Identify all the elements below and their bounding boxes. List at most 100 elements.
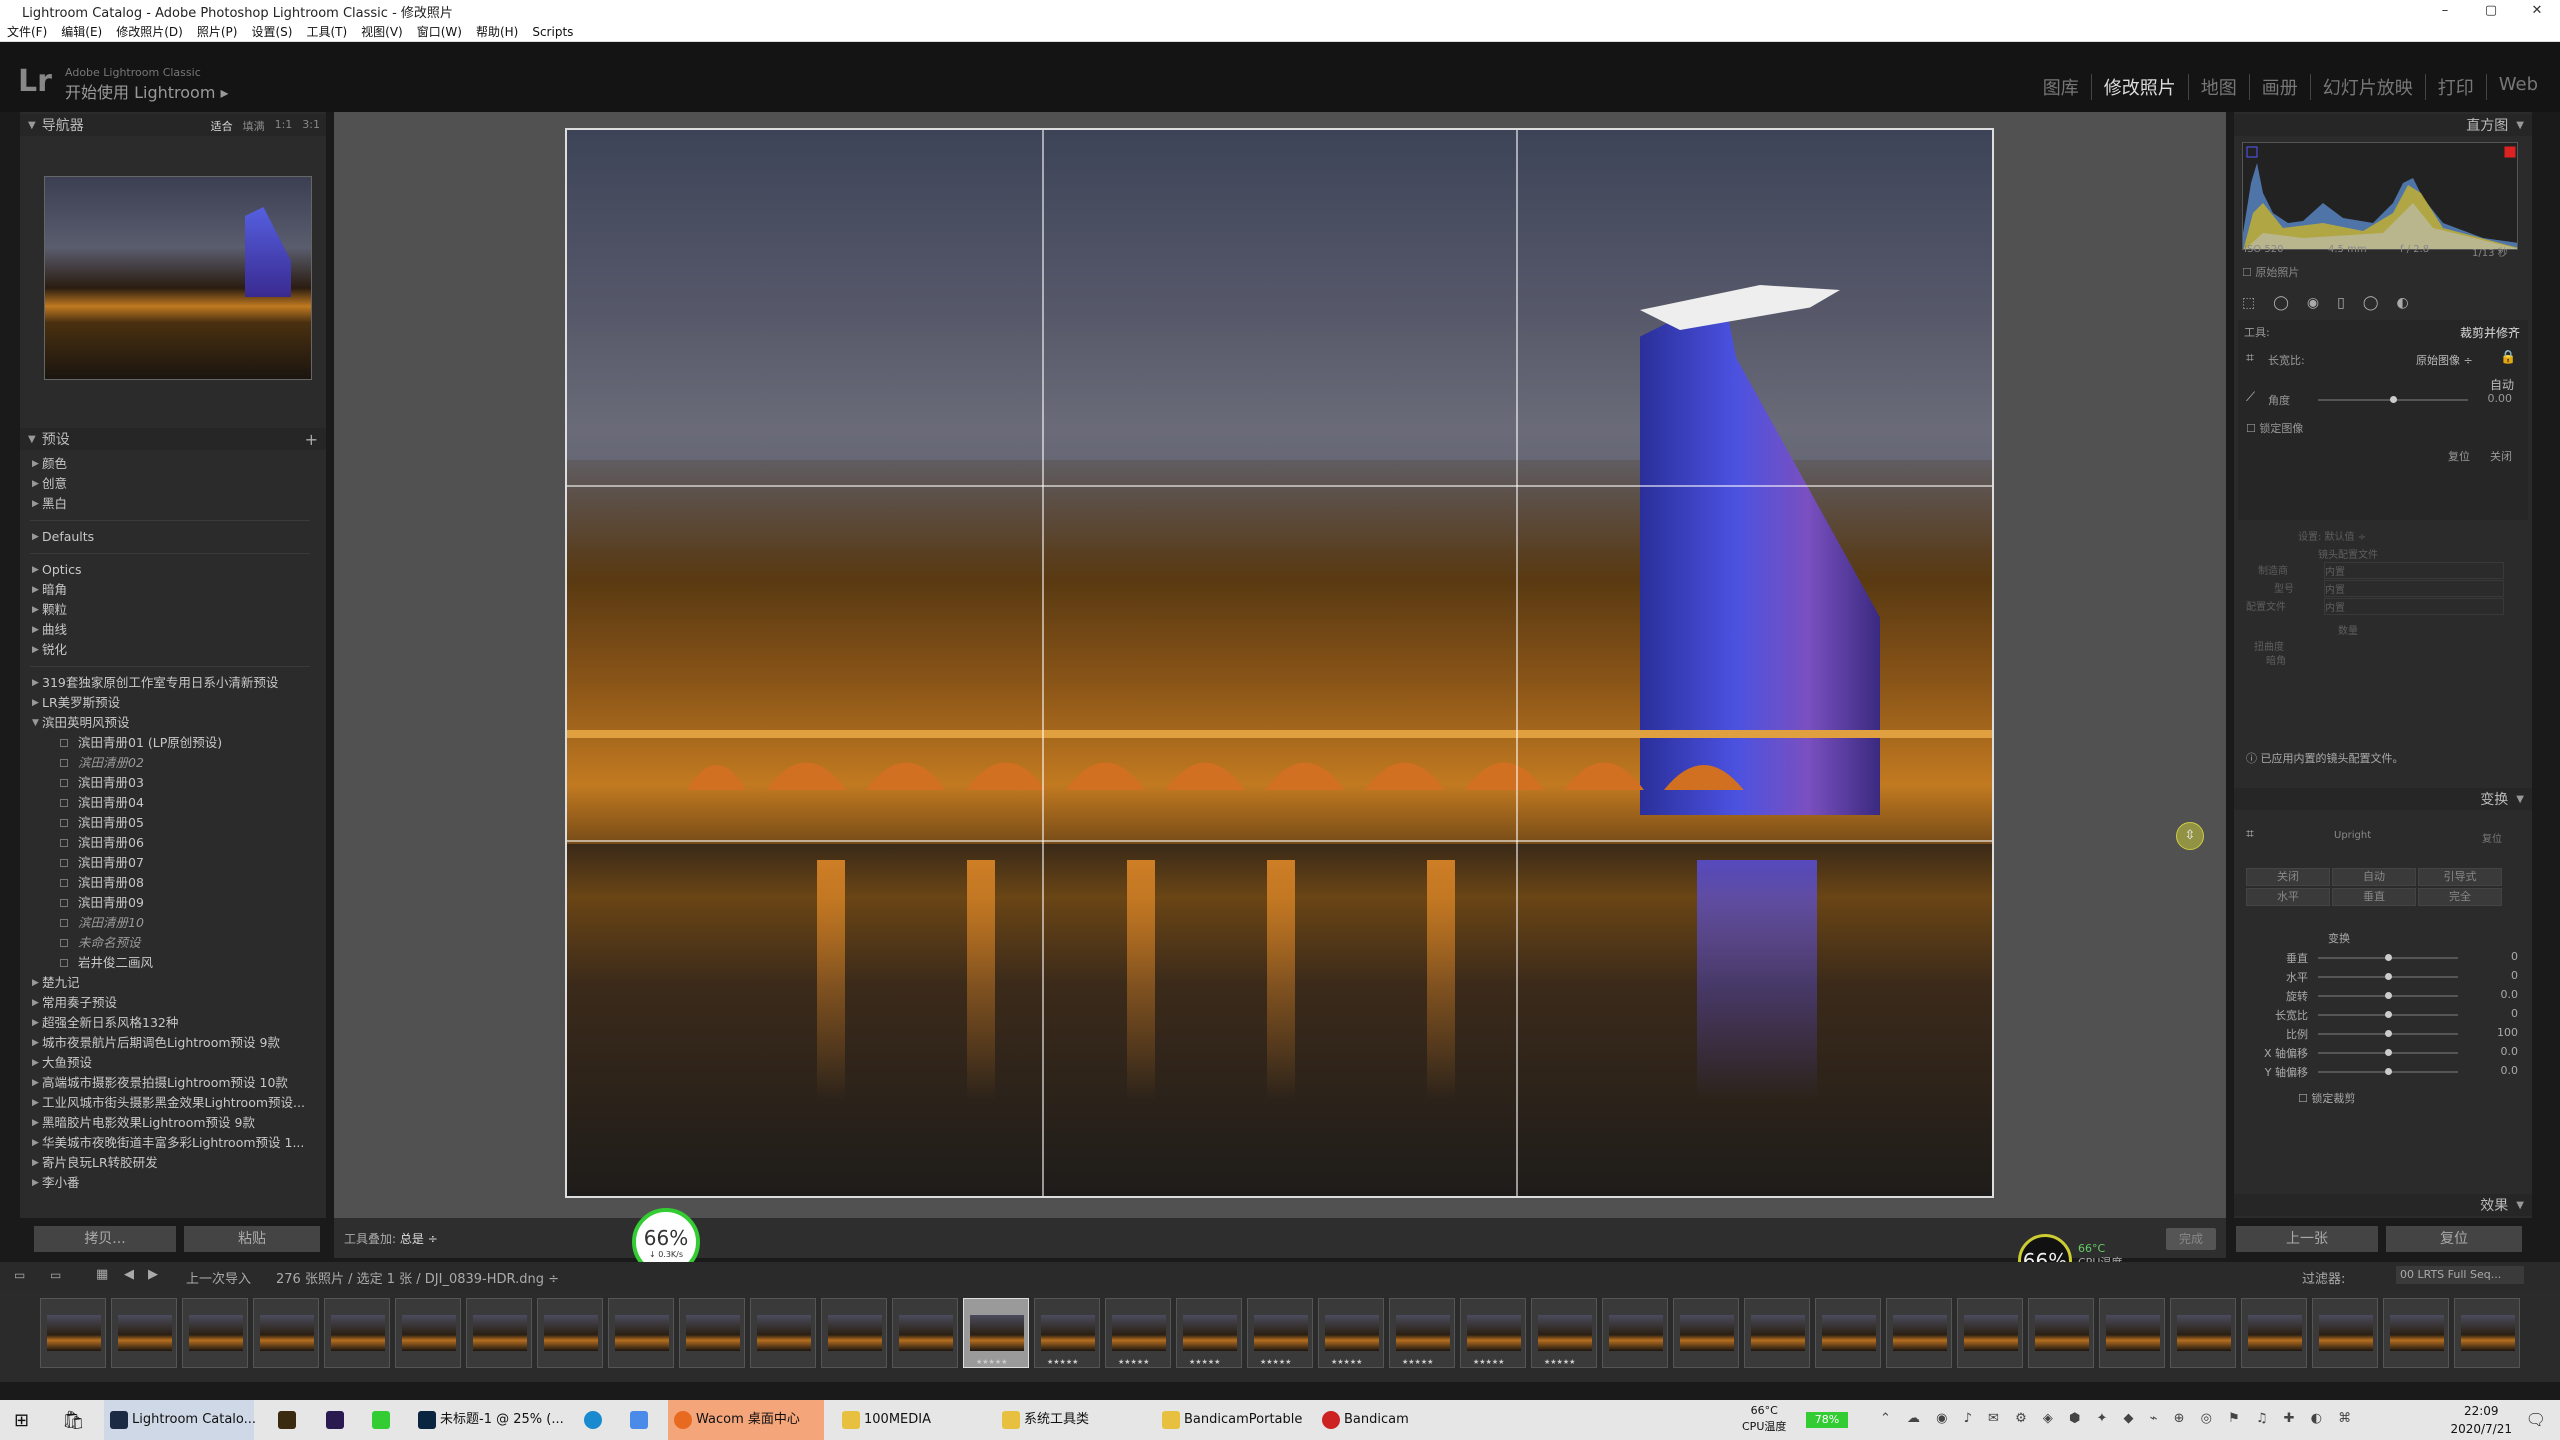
tray-battery[interactable]: 78% xyxy=(1806,1412,1848,1428)
identity-getting-started[interactable]: 开始使用 Lightroom ▸ xyxy=(65,79,229,103)
lens-make-select[interactable]: 内置 xyxy=(2324,562,2504,579)
module-map[interactable]: 地图 xyxy=(2189,74,2250,100)
menu-settings[interactable]: 设置(S) xyxy=(244,23,299,40)
taskbar-clock[interactable]: 22:09 2020/7/21 xyxy=(2450,1402,2512,1438)
crop-close-button[interactable]: 关闭 xyxy=(2490,448,2512,464)
preset-group[interactable]: ▶ 暗角 xyxy=(20,580,320,600)
effects-header[interactable]: 效果 ▼ xyxy=(2234,1194,2532,1216)
filmstrip-thumbnail[interactable] xyxy=(466,1298,532,1368)
transform-slider-knob[interactable] xyxy=(2385,1030,2392,1037)
red-eye-icon[interactable]: ◉ xyxy=(2307,295,2319,311)
transform-header[interactable]: 变换 ▼ xyxy=(2234,788,2532,810)
filmstrip-thumbnail[interactable]: ★★★★★ xyxy=(1034,1298,1100,1368)
preset-item[interactable]: 滨田青册09 xyxy=(20,893,320,913)
done-button[interactable]: 完成 xyxy=(2166,1228,2216,1250)
upright-reset[interactable]: 复位 xyxy=(2482,830,2502,845)
filmstrip-thumbnail[interactable] xyxy=(111,1298,177,1368)
upright-level-button[interactable]: 水平 xyxy=(2246,888,2330,906)
zoom-fit[interactable]: 适合 xyxy=(211,118,233,134)
add-preset-icon[interactable]: + xyxy=(305,430,318,449)
menu-edit[interactable]: 编辑(E) xyxy=(54,23,109,40)
navigator-header[interactable]: ▼ 导航器 适合 填满 1:1 3:1 xyxy=(20,114,326,136)
minimize-button[interactable]: – xyxy=(2422,0,2468,22)
lens-setup[interactable]: 设置: 默认值 ÷ xyxy=(2298,528,2366,543)
module-print[interactable]: 打印 xyxy=(2426,74,2487,100)
taskbar-lightroom[interactable]: Lightroom Catalo... xyxy=(104,1400,256,1440)
transform-slider-knob[interactable] xyxy=(2385,973,2392,980)
transform-slider-knob[interactable] xyxy=(2385,1049,2392,1056)
preset-group-open[interactable]: ▼ 滨田英明风预设 xyxy=(20,713,320,733)
preset-group[interactable]: ▶ 创意 xyxy=(20,474,320,494)
filmstrip-thumbnail[interactable]: ★★★★★ xyxy=(1460,1298,1526,1368)
module-slideshow[interactable]: 幻灯片放映 xyxy=(2311,74,2426,100)
radial-filter-icon[interactable]: ◯ xyxy=(2363,295,2379,311)
preset-group[interactable]: ▶ 常用奏子预设 xyxy=(20,993,320,1013)
transform-slider-knob[interactable] xyxy=(2385,992,2392,999)
maximize-button[interactable]: ▢ xyxy=(2468,0,2514,22)
filmstrip-thumbnail[interactable]: ★★★★★ xyxy=(1176,1298,1242,1368)
transform-slider-value[interactable]: 0.0 xyxy=(2501,1045,2519,1058)
preset-group[interactable]: ▶ 高端城市摄影夜景拍摄Lightroom预设 10款 xyxy=(20,1073,320,1093)
store-icon[interactable]: 🛍 xyxy=(62,1410,85,1431)
preset-item[interactable]: 滨田青册03 xyxy=(20,773,320,793)
zoom-1-1[interactable]: 1:1 xyxy=(275,118,293,134)
preset-item[interactable]: 岩井俊二画风 xyxy=(20,953,320,973)
preset-group[interactable]: ▶ LR美罗斯预设 xyxy=(20,693,320,713)
preset-group[interactable]: ▶ 楚九记 xyxy=(20,973,320,993)
filmstrip-thumbnail[interactable] xyxy=(2383,1298,2449,1368)
preset-item[interactable]: 滨田青册08 xyxy=(20,873,320,893)
lens-model-select[interactable]: 内置 xyxy=(2324,580,2504,597)
aspect-select[interactable]: 原始图像 ÷ xyxy=(2416,352,2473,368)
filmstrip-thumbnail[interactable]: ★★★★★ xyxy=(1318,1298,1384,1368)
filmstrip-thumbnail[interactable] xyxy=(1815,1298,1881,1368)
tray-icons[interactable]: ⌃ ☁ ◉ ♪ ✉ ⚙ ◈ ⬢ ✦ ◆ ⌁ ⊕ ◎ ⚑ ♫ ✚ ◐ ⌘ xyxy=(1880,1411,2357,1426)
crop-frame-icon[interactable]: ⌗ xyxy=(2246,350,2254,366)
preset-group[interactable]: ▶ 黑暗胶片电影效果Lightroom预设 9款 xyxy=(20,1113,320,1133)
menu-develop[interactable]: 修改照片(D) xyxy=(109,23,190,40)
filmstrip-thumbnail[interactable] xyxy=(1602,1298,1668,1368)
taskbar-wacom[interactable]: Wacom 桌面中心 xyxy=(668,1400,824,1440)
angle-value[interactable]: 0.00 xyxy=(2488,392,2513,405)
preset-item[interactable]: 滨田青册07 xyxy=(20,853,320,873)
module-web[interactable]: Web xyxy=(2487,74,2550,100)
preset-item[interactable]: 滨田青册05 xyxy=(20,813,320,833)
module-book[interactable]: 画册 xyxy=(2250,74,2311,100)
filmstrip-info[interactable]: 276 张照片 / 选定 1 张 / DJI_0839-HDR.dng ÷ xyxy=(276,1268,559,1287)
filmstrip-thumbnail[interactable] xyxy=(2170,1298,2236,1368)
main-window-icon[interactable]: ▭ xyxy=(14,1268,25,1282)
tool-overlay[interactable]: 工具叠加: 总是 ÷ xyxy=(344,1230,438,1247)
preset-group[interactable]: ▶ 华美城市夜晚街道丰富多彩Lightroom预设 1... xyxy=(20,1133,320,1153)
preset-item[interactable]: 滨田青册06 xyxy=(20,833,320,853)
preset-group[interactable]: ▶ 寄片良玩LR转胶研发 xyxy=(20,1153,320,1173)
preset-group[interactable]: ▶ 黑白 xyxy=(20,494,320,514)
preset-item[interactable]: 未命名预设 xyxy=(20,933,320,953)
taskbar-edge[interactable] xyxy=(578,1400,608,1440)
second-window-icon[interactable]: ▭ xyxy=(50,1268,61,1282)
filmstrip-thumbnail[interactable] xyxy=(1673,1298,1739,1368)
upright-off-button[interactable]: 关闭 xyxy=(2246,868,2330,886)
preset-group[interactable]: ▶ 城市夜景航片后期调色Lightroom预设 9款 xyxy=(20,1033,320,1053)
original-photo-toggle[interactable]: ☐ 原始照片 xyxy=(2242,264,2299,280)
constrain-crop-checkbox[interactable]: ☐ 锁定裁剪 xyxy=(2298,1090,2355,1106)
forward-arrow-icon[interactable]: ▶ xyxy=(148,1267,158,1282)
transform-slider-value[interactable]: 0 xyxy=(2511,1007,2518,1020)
transform-slider-value[interactable]: 100 xyxy=(2497,1026,2518,1039)
filmstrip-thumbnail[interactable] xyxy=(750,1298,816,1368)
filmstrip-thumbnail[interactable] xyxy=(2312,1298,2378,1368)
preset-group[interactable]: ▶ 工业风城市街头摄影黑金效果Lightroom预设... xyxy=(20,1093,320,1113)
back-arrow-icon[interactable]: ◀ xyxy=(124,1267,134,1282)
close-button[interactable]: ✕ xyxy=(2514,0,2560,22)
menu-photo[interactable]: 照片(P) xyxy=(190,23,245,40)
filmstrip-thumbnail[interactable] xyxy=(40,1298,106,1368)
upright-vertical-button[interactable]: 垂直 xyxy=(2332,888,2416,906)
transform-slider-knob[interactable] xyxy=(2385,1011,2392,1018)
navigator-preview[interactable] xyxy=(44,176,312,380)
filmstrip-thumbnail[interactable] xyxy=(2099,1298,2165,1368)
menu-help[interactable]: 帮助(H) xyxy=(469,23,525,40)
filmstrip-thumbnail[interactable] xyxy=(324,1298,390,1368)
filmstrip-thumbnail[interactable] xyxy=(182,1298,248,1368)
zoom-3-1[interactable]: 3:1 xyxy=(302,118,320,134)
angle-slider-knob[interactable] xyxy=(2390,396,2397,403)
preset-group[interactable]: ▶ 超强全新日系风格132种 xyxy=(20,1013,320,1033)
filmstrip-thumbnail[interactable] xyxy=(821,1298,887,1368)
